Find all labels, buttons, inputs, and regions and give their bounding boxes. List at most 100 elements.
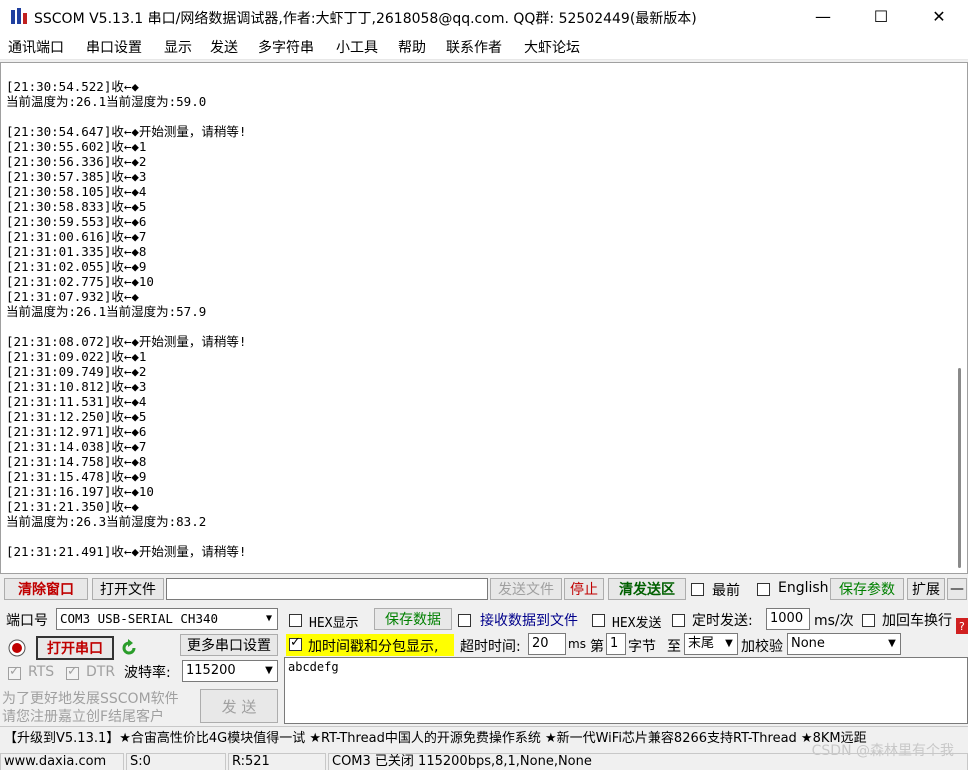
timeout-label: 超时时间: [460, 639, 521, 655]
add-crlf-label: 加回车换行 [882, 613, 952, 629]
hex-display-label: HEX显示 [309, 616, 359, 631]
chevron-down-icon: ▼ [721, 634, 737, 654]
maximize-icon[interactable]: ☐ [858, 0, 904, 32]
save-data-button[interactable]: 保存数据 [374, 608, 452, 630]
to-select[interactable]: 末尾 ▼ [684, 633, 738, 655]
svg-text:?: ? [959, 620, 965, 633]
expand-button[interactable]: 扩展 [907, 578, 945, 600]
english-checkbox[interactable] [757, 583, 770, 596]
log-line: 当前温度为:26.3当前湿度为:83.2 [6, 514, 207, 529]
receive-to-file-label: 接收数据到文件 [480, 613, 578, 629]
chevron-down-icon: ▼ [261, 661, 277, 681]
receive-log: [21:30:54.522]收←◆ 当前温度为:26.1当前湿度为:59.0 [21… [6, 79, 246, 559]
menu-serial-settings[interactable]: 串口设置 [86, 37, 142, 57]
menu-contact-author[interactable]: 联系作者 [446, 37, 502, 57]
window-title: SSCOM V5.13.1 串口/网络数据调试器,作者:大虾丁丁,2618058… [34, 11, 697, 27]
checksum-select[interactable]: None ▼ [787, 633, 901, 655]
dtr-label: DTR [86, 664, 116, 680]
rts-checkbox[interactable] [8, 664, 21, 680]
topmost-label: 最前 [712, 583, 740, 599]
log-line: [21:30:54.522]收←◆ [6, 79, 139, 94]
log-line: [21:31:09.022]收←◆1 [6, 349, 147, 364]
save-params-button[interactable]: 保存参数 [830, 578, 904, 600]
status-site[interactable]: www.daxia.com [0, 753, 124, 770]
log-line: [21:31:16.197]收←◆10 [6, 484, 154, 499]
menu-forum[interactable]: 大虾论坛 [524, 37, 580, 57]
menu-comm-port[interactable]: 通讯端口 [8, 37, 64, 57]
more-serial-settings-button[interactable]: 更多串口设置 [180, 634, 278, 656]
timeout-input[interactable]: 20 [528, 633, 566, 655]
menu-display[interactable]: 显示 [164, 37, 192, 57]
clear-send-button[interactable]: 清发送区 [608, 578, 686, 600]
timeout-unit: ms [568, 637, 586, 651]
log-line: [21:31:21.350]收←◆ [6, 499, 139, 514]
log-line: [21:30:58.105]收←◆4 [6, 184, 147, 199]
log-line: [21:31:14.038]收←◆7 [6, 439, 147, 454]
menu-bar: 通讯端口 串口设置 显示 发送 多字符串 小工具 帮助 联系作者 大虾论坛 [0, 32, 968, 60]
rts-label: RTS [28, 664, 55, 680]
stop-button[interactable]: 停止 [564, 578, 604, 600]
file-path-input[interactable] [166, 578, 488, 600]
log-line: [21:30:56.336]收←◆2 [6, 154, 147, 169]
hex-send-label: HEX发送 [612, 616, 662, 631]
minimize-icon[interactable]: — [800, 0, 846, 32]
timed-send-checkbox[interactable] [672, 614, 685, 627]
scrollbar[interactable] [958, 368, 961, 568]
status-sent: S:0 [126, 753, 226, 770]
byte-suffix: 字节 [628, 639, 656, 655]
log-line: [21:31:14.758]收←◆8 [6, 454, 147, 469]
add-crlf-checkbox[interactable] [862, 614, 875, 627]
hex-send-checkbox[interactable] [592, 614, 605, 627]
title-bar: SSCOM V5.13.1 串口/网络数据调试器,作者:大虾丁丁,2618058… [0, 0, 968, 32]
refresh-icon[interactable] [120, 639, 138, 657]
help-icon[interactable]: ? [956, 618, 968, 634]
log-line: [21:31:00.616]收←◆7 [6, 229, 147, 244]
send-file-button[interactable]: 发送文件 [490, 578, 562, 600]
app-icon [11, 8, 27, 24]
log-line: [21:31:11.531]收←◆4 [6, 394, 147, 409]
port-select-value: COM3 USB-SERIAL CH340 [60, 611, 219, 626]
receive-area[interactable]: [21:30:54.522]收←◆ 当前温度为:26.1当前湿度为:59.0 [21… [0, 62, 968, 574]
port-label: 端口号 [6, 613, 48, 629]
baud-select[interactable]: 115200 ▼ [182, 660, 278, 682]
send-button[interactable]: 发 送 [200, 689, 278, 723]
timestamp-checkbox[interactable] [289, 635, 302, 651]
timed-send-label: 定时发送: [692, 613, 753, 629]
to-select-value: 末尾 [688, 636, 715, 651]
close-icon[interactable]: ✕ [916, 0, 962, 32]
menu-help[interactable]: 帮助 [398, 37, 426, 57]
dtr-checkbox[interactable] [66, 664, 79, 680]
promo-line-2: 请您注册嘉立创F结尾客户 [2, 709, 165, 725]
byte-input[interactable]: 1 [606, 633, 626, 655]
receive-to-file-checkbox[interactable] [458, 614, 471, 627]
port-select[interactable]: COM3 USB-SERIAL CH340 ▼ [56, 608, 278, 630]
collapse-button[interactable]: — [947, 578, 967, 600]
log-line: [21:30:59.553]收←◆6 [6, 214, 147, 229]
topmost-checkbox[interactable] [691, 583, 704, 596]
timestamp-label: 加时间戳和分包显示, [308, 639, 439, 655]
baud-label: 波特率: [124, 665, 171, 681]
open-file-button[interactable]: 打开文件 [92, 578, 164, 600]
english-label: English [778, 580, 829, 596]
log-line: [21:31:07.932]收←◆ [6, 289, 139, 304]
log-line: [21:31:09.749]收←◆2 [6, 364, 147, 379]
log-line: [21:31:15.478]收←◆9 [6, 469, 147, 484]
open-port-button[interactable]: 打开串口 [36, 636, 114, 660]
menu-multi-string[interactable]: 多字符串 [258, 37, 314, 57]
interval-unit: ms/次 [814, 613, 854, 629]
checksum-select-value: None [791, 636, 825, 651]
record-icon [8, 639, 26, 657]
interval-input[interactable]: 1000 [766, 608, 810, 630]
to-label: 至 [667, 639, 681, 655]
log-line: [21:31:12.250]收←◆5 [6, 409, 147, 424]
baud-select-value: 115200 [186, 663, 236, 678]
menu-send[interactable]: 发送 [210, 37, 238, 57]
clear-window-button[interactable]: 清除窗口 [4, 578, 88, 600]
hex-display-checkbox[interactable] [289, 614, 302, 627]
log-line: 当前温度为:26.1当前湿度为:57.9 [6, 304, 207, 319]
promo-line-1: 为了更好地发展SSCOM软件 [2, 691, 179, 707]
send-input[interactable]: abcdefg [284, 657, 968, 724]
log-line: [21:30:58.833]收←◆5 [6, 199, 147, 214]
menu-tools[interactable]: 小工具 [336, 37, 378, 57]
